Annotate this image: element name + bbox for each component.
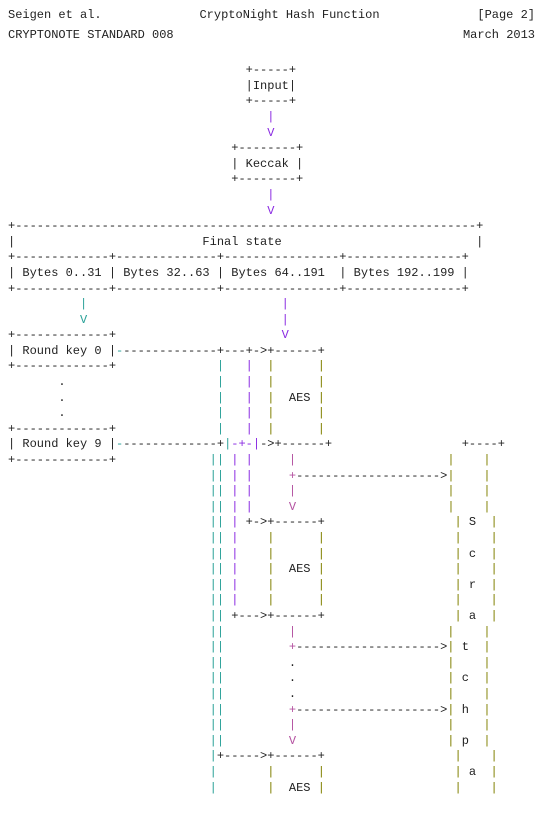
- subheader-left: CRYPTONOTE STANDARD 008: [8, 28, 174, 44]
- ascii-diagram: +-----+ |Input| +-----+ | V +--: [8, 63, 535, 796]
- page-header: Seigen et al. CryptoNight Hash Function …: [8, 8, 535, 24]
- header-center: CryptoNight Hash Function: [199, 8, 379, 24]
- header-left: Seigen et al.: [8, 8, 102, 24]
- header-right: [Page 2]: [477, 8, 535, 24]
- page-subheader: CRYPTONOTE STANDARD 008 March 2013: [8, 28, 535, 44]
- subheader-right: March 2013: [463, 28, 535, 44]
